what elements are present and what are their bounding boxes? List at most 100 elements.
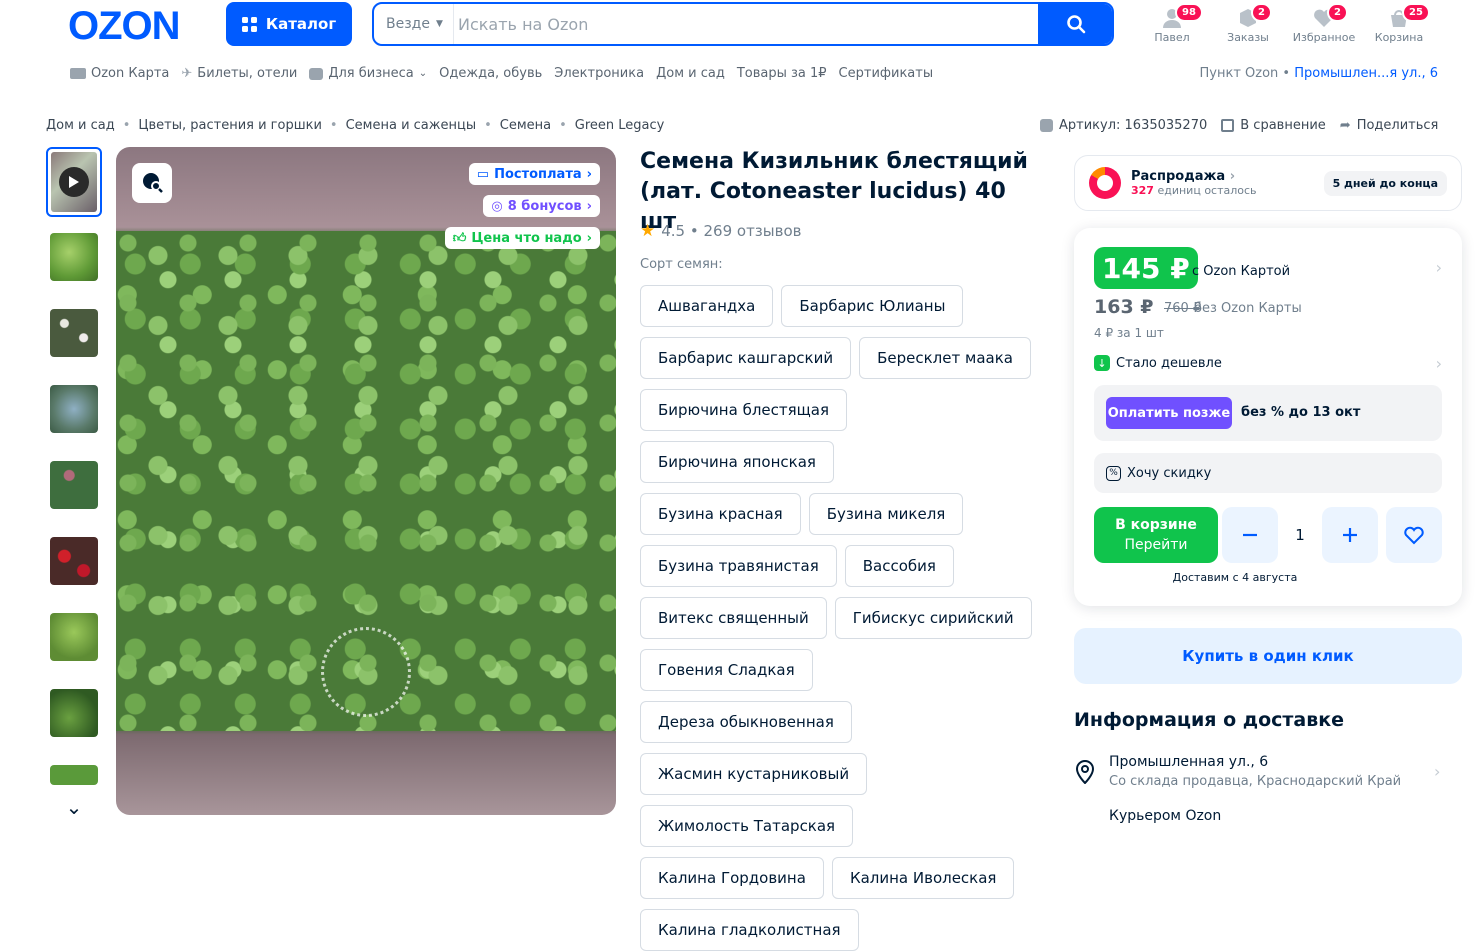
increase-quantity-button[interactable]	[1322, 507, 1378, 563]
search-icon	[1067, 15, 1086, 34]
want-discount-button[interactable]: % Хочу скидку	[1094, 453, 1442, 493]
search-input[interactable]	[458, 4, 1018, 44]
variant-chip[interactable]: Бузина красная	[640, 493, 801, 535]
cart-link[interactable]: 25 Корзина	[1363, 3, 1435, 44]
image-search-button[interactable]	[132, 163, 172, 203]
chevron-right-icon: ›	[586, 166, 592, 182]
thumbnail-image[interactable]	[50, 309, 98, 357]
variant-chip[interactable]: Вассобия	[844, 545, 954, 587]
thumbnail-image[interactable]	[50, 765, 98, 785]
product-main-image[interactable]: ▭ Постоплата › ◎ 8 бонусов › 👍︎ Цена что надо…	[116, 147, 616, 815]
sale-banner[interactable]: Распродажа › 327 единиц осталось 5 дней …	[1074, 155, 1462, 211]
thumbnail-image[interactable]	[50, 233, 98, 281]
pickup-address[interactable]: Промышлен...я ул., 6	[1294, 66, 1438, 81]
subnav-clothes[interactable]: Одежда, обувь	[439, 66, 542, 81]
thumbnail-image[interactable]	[50, 385, 98, 433]
variant-chip[interactable]: Дереза обыкновенная	[640, 701, 852, 743]
variant-chip[interactable]: Барбарис Юлианы	[781, 285, 964, 327]
share-button[interactable]: ➦ Поделиться	[1340, 118, 1439, 133]
breadcrumb-item[interactable]: Семена	[500, 118, 551, 133]
price-drop-label: Стало дешевле	[1116, 355, 1222, 371]
decrease-quantity-button[interactable]	[1222, 507, 1278, 563]
subnav-electronics[interactable]: Электроника	[554, 66, 644, 81]
chevron-right-icon[interactable]: ›	[1436, 258, 1442, 277]
pickup-point[interactable]: Пункт Ozon • Промышлен...я ул., 6	[1200, 66, 1439, 81]
favorites-link[interactable]: 2 Избранное	[1288, 3, 1360, 44]
search-button[interactable]	[1038, 4, 1112, 44]
subnav-business[interactable]: Для бизнеса ⌄	[309, 66, 427, 81]
sale-title: Распродажа ›	[1131, 169, 1236, 184]
variant-chip[interactable]: Говения Сладкая	[640, 649, 813, 691]
bonus-badge[interactable]: ◎ 8 бонусов ›	[483, 195, 600, 217]
subnav-one-ruble[interactable]: Товары за 1₽	[737, 66, 827, 81]
variant-chip[interactable]: Бузина травянистая	[640, 545, 837, 587]
unit-price: 4 ₽ за 1 шт	[1094, 326, 1164, 340]
variant-chip[interactable]: Витекс священный	[640, 597, 827, 639]
quantity-value[interactable]: 1	[1278, 507, 1322, 563]
chevron-down-icon[interactable]: ⌄	[46, 795, 102, 819]
compare-icon	[1221, 119, 1235, 132]
delivery-address[interactable]: Промышленная ул., 6	[1109, 754, 1268, 770]
breadcrumb-separator: •	[329, 118, 338, 133]
variant-chip[interactable]: Калина гладколистная	[640, 909, 859, 951]
variant-chip[interactable]: Бузина микеля	[808, 493, 964, 535]
variant-chip[interactable]: Калина Гордовина	[640, 857, 824, 899]
thumbnail-image[interactable]	[50, 461, 98, 509]
postpay-badge[interactable]: ▭ Постоплата ›	[468, 163, 600, 185]
subnav-ozon-card[interactable]: Ozon Карта	[70, 66, 169, 81]
variant-chip[interactable]: Жасмин кустарниковый	[640, 753, 868, 795]
thumbnail-image[interactable]	[50, 537, 98, 585]
breadcrumb-item[interactable]: Green Legacy	[575, 118, 665, 133]
search-scope-select[interactable]: Везде ▼	[386, 4, 454, 44]
breadcrumb-item[interactable]: Цветы, растения и горшки	[138, 118, 322, 133]
thumbnail-video[interactable]	[46, 147, 102, 217]
good-price-badge[interactable]: 👍︎ Цена что надо ›	[444, 227, 600, 249]
variant-chip[interactable]: Бересклет маака	[859, 337, 1031, 379]
variant-chip[interactable]: Калина Иволеская	[831, 857, 1015, 899]
in-cart-button[interactable]: В корзине Перейти	[1094, 507, 1218, 563]
chevron-right-icon[interactable]: ›	[1436, 354, 1442, 373]
variant-chip[interactable]: Жимолость Татарская	[640, 805, 854, 847]
compare-button[interactable]: В сравнение	[1221, 118, 1326, 133]
search-bar: Везде ▼	[372, 2, 1114, 46]
breadcrumb-item[interactable]: Дом и сад	[46, 118, 115, 133]
thumbnail-image[interactable]	[50, 613, 98, 661]
catalog-button[interactable]: Каталог	[226, 2, 352, 46]
variant-chip[interactable]: Бирючина блестящая	[640, 389, 847, 431]
buy-one-click-button[interactable]: Купить в один клик	[1074, 628, 1462, 684]
thumbs-up-icon: 👍︎	[452, 230, 467, 246]
breadcrumb-item[interactable]: Семена и саженцы	[346, 118, 477, 133]
location-pin-icon	[1074, 759, 1096, 788]
bonus-icon: ◎	[491, 198, 503, 214]
catalog-label: Каталог	[265, 15, 337, 33]
variant-chip[interactable]: Гибискус сирийский	[834, 597, 1032, 639]
chevron-right-icon[interactable]: ›	[1434, 762, 1440, 781]
subnav-tickets[interactable]: ✈ Билеты, отели	[181, 66, 297, 81]
rating-text: 4.5 • 269 отзывов	[661, 222, 802, 240]
variant-chip[interactable]: Ашвагандха	[640, 285, 774, 327]
sale-ring-icon	[1089, 167, 1121, 199]
pickup-prefix: Пункт Ozon •	[1199, 66, 1291, 81]
variant-chip[interactable]: Барбарис кашгарский	[640, 337, 852, 379]
ozon-card-label: с Ozon Картой	[1192, 264, 1291, 279]
ozon-card-price[interactable]: 145 ₽	[1094, 247, 1198, 289]
orders-badge: 2	[1251, 3, 1272, 22]
favorite-button[interactable]	[1386, 507, 1442, 563]
orders-link[interactable]: 2 Заказы	[1212, 3, 1284, 44]
product-rating[interactable]: ★ 4.5 • 269 отзывов	[640, 221, 801, 241]
pay-later-button[interactable]: Оплатить позже	[1106, 397, 1232, 429]
regular-price: 163 ₽	[1094, 296, 1154, 318]
delivery-date: Доставим с 4 августа	[1172, 571, 1298, 584]
subnav-home[interactable]: Дом и сад	[656, 66, 725, 81]
profile-link[interactable]: 98 Павел	[1136, 3, 1208, 44]
postpay-label: Постоплата	[494, 166, 582, 182]
sub-navigation: Ozon Карта ✈ Билеты, отели Для бизнеса ⌄ О…	[70, 66, 933, 81]
thumbnail-image[interactable]	[50, 689, 98, 737]
ozon-logo[interactable]: OZON	[68, 4, 181, 49]
price-drop-info[interactable]: ↓ Стало дешевле	[1094, 355, 1222, 371]
subnav-certificates[interactable]: Сертификаты	[839, 66, 934, 81]
variant-chip[interactable]: Бирючина японская	[640, 441, 834, 483]
breadcrumb: Дом и сад • Цветы, растения и горшки • Сем…	[46, 118, 664, 133]
article-number[interactable]: Артикул: 1635035270	[1040, 118, 1207, 133]
courier-option[interactable]: Курьером Ozon	[1109, 808, 1221, 824]
